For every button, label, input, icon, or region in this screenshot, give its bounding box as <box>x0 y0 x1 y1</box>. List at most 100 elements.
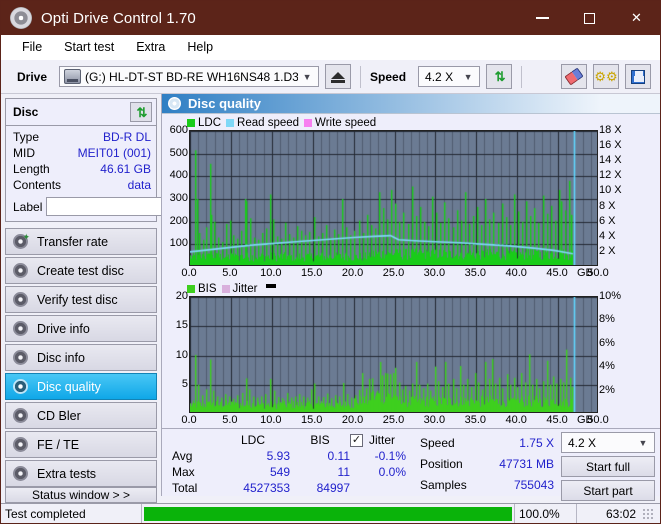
progress-bar-fill <box>144 506 512 521</box>
y-tick-label: 400 <box>169 169 188 182</box>
x-tick-label: 5.0 <box>222 267 238 279</box>
minimize-button[interactable] <box>519 1 566 35</box>
eject-button[interactable] <box>325 64 352 89</box>
y2-tick-label: 16 X <box>599 139 622 152</box>
y2-tick-label: 6% <box>599 336 615 349</box>
x-tick-label: 25.0 <box>382 267 405 279</box>
start-full-button[interactable]: Start full <box>561 456 655 477</box>
close-button[interactable]: ✕ <box>613 1 660 35</box>
eraser-icon <box>564 67 584 86</box>
stats-row-label-avg: Avg <box>172 449 193 463</box>
tools-button[interactable]: ⚙⚙ <box>593 64 620 89</box>
y2-tick-label: 18 X <box>599 124 622 136</box>
disc-icon <box>13 263 28 278</box>
samples-stat-value: 755043 <box>513 478 554 493</box>
x-tick-label: 30.0 <box>423 267 446 279</box>
sidebar-item-verify-test-disc[interactable]: Verify test disc <box>5 286 157 313</box>
menu-file[interactable]: File <box>11 37 53 57</box>
refresh-button[interactable]: ⇅ <box>486 64 513 89</box>
stats-row-label-total: Total <box>172 481 198 495</box>
toolbar-divider-2 <box>521 65 523 88</box>
maximize-icon <box>584 12 595 24</box>
y2-tick-label: 10% <box>599 290 622 302</box>
chart-bis-y2-axis: 2% 4% 6% 8% 10% <box>598 290 625 413</box>
sidebar-item-label: Drive info <box>37 321 90 336</box>
y2-tick-label: 4 X <box>599 229 616 242</box>
erase-button[interactable] <box>561 64 588 89</box>
stats-buttons: 4.2 X ▼ Start full Start part <box>561 432 655 501</box>
stats-jitter-avg: -0.1% <box>374 449 406 463</box>
sidebar-item-create-test-disc[interactable]: Create test disc <box>5 257 157 284</box>
status-window-button[interactable]: Status window > > <box>5 487 157 503</box>
y-tick-label: 300 <box>169 192 188 204</box>
disc-mid-value: MEIT01 (001) <box>77 146 151 160</box>
chart-ldc-x-axis: 0.0 5.0 10.0 15.0 20.0 25.0 30.0 35.0 40.0 45.0 50… <box>181 266 657 281</box>
sidebar-item-disc-quality[interactable]: Disc quality <box>5 373 157 400</box>
progress-bar-wrap <box>141 503 514 523</box>
sidebar-nav: ✦ Transfer rate Create test disc Verify … <box>5 228 157 487</box>
jitter-checkbox[interactable]: ✓ <box>350 434 363 447</box>
x-tick-label: 20.0 <box>341 414 364 426</box>
body: Disc ⇅ Type BD-R DL MID MEIT01 (001) Len… <box>1 94 660 503</box>
chart-bis-plotrow: 5 10 15 20 2% 4% 6% 8% 10% <box>165 290 657 413</box>
legend-label: Jitter <box>232 283 258 295</box>
charts-area: LDC Read speed Write speed 100 200 300 400 5… <box>162 114 660 428</box>
drive-select-value: (G:) HL-DT-ST BD-RE WH16NS48 1.D3 <box>85 69 299 84</box>
stats-ldc-max: 549 <box>269 465 290 479</box>
jitter-header: ✓ Jitter <box>350 433 406 448</box>
sidebar-item-disc-info[interactable]: Disc info <box>5 344 157 371</box>
sidebar-item-label: Transfer rate <box>37 234 109 249</box>
test-speed-select[interactable]: 4.2 X ▼ <box>561 432 655 453</box>
x-tick-label: 45.0 <box>546 414 568 426</box>
y2-tick-label: 2% <box>599 383 615 396</box>
chevron-down-icon: ▼ <box>638 437 648 448</box>
speed-select[interactable]: 4.2 X ▼ <box>418 66 481 87</box>
menu-help[interactable]: Help <box>176 37 224 57</box>
stats-grid: LDC BIS ✓ Jitter Avg 5.93 0.11 -0.1% Max… <box>172 433 406 496</box>
eject-icon <box>331 72 346 79</box>
save-button[interactable] <box>625 64 652 89</box>
stats-row-label-max: Max <box>172 465 195 479</box>
y-tick-label: 500 <box>169 146 188 159</box>
y2-tick-label: 4% <box>599 360 615 373</box>
application-window: Opti Drive Control 1.70 ✕ File Start tes… <box>0 0 661 524</box>
disc-icon <box>13 321 28 336</box>
disc-icon <box>168 97 181 110</box>
progress-percent: 100.0% <box>514 503 576 523</box>
menu-start-test[interactable]: Start test <box>53 37 125 57</box>
main-panel: Disc quality LDC Read speed Write speed … <box>161 94 660 501</box>
panel-title: Disc quality <box>188 96 261 111</box>
scrollbar-handle[interactable] <box>266 284 277 288</box>
disc-icon: ✦ <box>13 232 30 249</box>
x-axis-unit: GB <box>577 414 593 426</box>
disc-length-value: 46.61 GB <box>100 162 151 176</box>
sidebar-item-label: Disc quality <box>37 379 101 394</box>
menu-extra[interactable]: Extra <box>125 37 176 57</box>
speed-label: Speed <box>370 69 407 84</box>
sidebar-item-drive-info[interactable]: Drive info <box>5 315 157 342</box>
sidebar-item-label: Create test disc <box>37 263 124 278</box>
close-icon: ✕ <box>631 10 642 25</box>
disc-group: Disc ⇅ Type BD-R DL MID MEIT01 (001) Len… <box>5 98 246 222</box>
chart-ldc: LDC Read speed Write speed 100 200 300 400 5… <box>165 116 657 281</box>
maximize-button[interactable] <box>566 1 613 35</box>
disc-type-value: BD-R DL <box>102 130 151 144</box>
sidebar-item-cd-bler[interactable]: CD Bler <box>5 402 157 429</box>
sidebar: Disc ⇅ Type BD-R DL MID MEIT01 (001) Len… <box>1 94 246 503</box>
legend-read-speed: Read speed <box>226 117 299 129</box>
sidebar-item-extra-tests[interactable]: Extra tests <box>5 460 157 487</box>
disc-icon <box>13 408 28 423</box>
position-stat-label: Position <box>420 456 463 471</box>
sidebar-item-transfer-rate[interactable]: ✦ Transfer rate <box>5 228 157 255</box>
chart-ldc-y2-axis: 2 X 4 X 6 X 8 X 10 X 12 X 14 X 16 X 18 X <box>598 124 625 266</box>
progress-bar <box>144 506 512 521</box>
stats-bis-avg: 0.11 <box>327 449 350 463</box>
x-tick-label: 0.0 <box>181 267 197 279</box>
sidebar-item-fe-te[interactable]: FE / TE <box>5 431 157 458</box>
test-speed-value: 4.2 X <box>568 435 597 450</box>
resize-grip-icon[interactable] <box>642 507 654 520</box>
start-part-button[interactable]: Start part <box>561 480 655 501</box>
drive-select[interactable]: (G:) HL-DT-ST BD-RE WH16NS48 1.D3 ▼ <box>59 66 320 87</box>
disc-label-row: Label <box>13 196 246 217</box>
disc-refresh-button[interactable]: ⇅ <box>130 102 152 122</box>
